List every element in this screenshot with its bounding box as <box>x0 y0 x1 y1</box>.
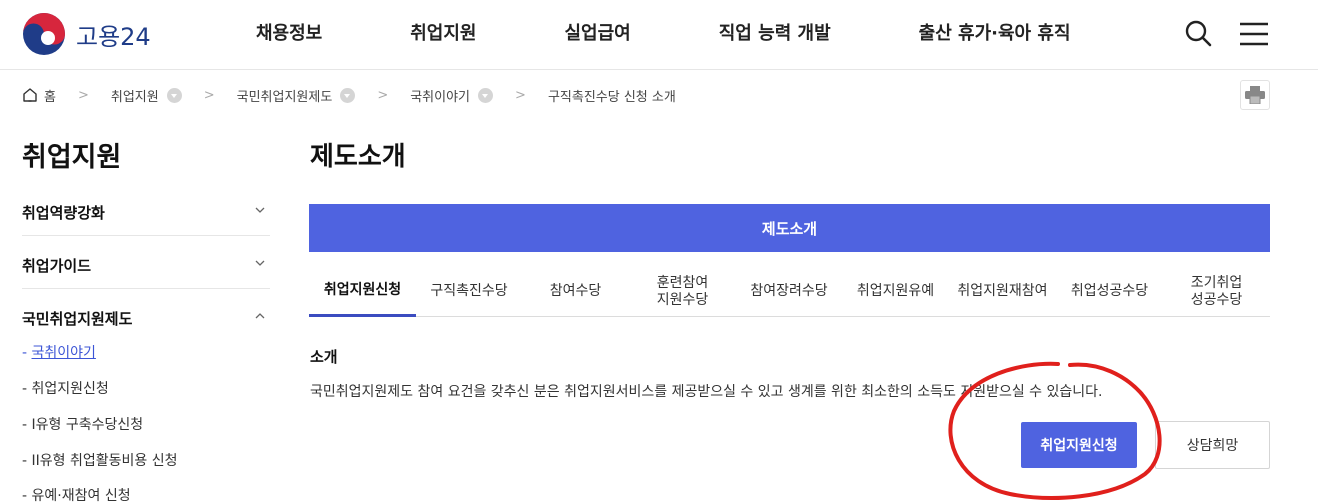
nav-job-info[interactable]: 채용정보 <box>256 20 322 48</box>
apply-button[interactable]: 취업지원신청 <box>1021 422 1137 468</box>
section-banner[interactable]: 제도소개 <box>309 204 1270 252</box>
sidebar-subitem-type1[interactable]: - I유형 구축수당신청 <box>22 414 143 434</box>
search-icon[interactable] <box>1183 18 1213 48</box>
nav-vocational-training[interactable]: 직업 능력 개발 <box>719 20 831 48</box>
hamburger-menu-icon[interactable] <box>1238 20 1270 48</box>
breadcrumb-home[interactable]: 홈 <box>44 86 56 105</box>
nav-employment-support[interactable]: 취업지원 <box>410 20 476 48</box>
tab-apply[interactable]: 취업지원신청 <box>309 266 416 317</box>
breadcrumb: 홈 > 취업지원 > 국민취업지원제도 > 국취이야기 > 구직촉진수당 신청 … <box>22 84 676 106</box>
page-title: 제도소개 <box>310 142 406 172</box>
breadcrumb-item-national-program[interactable]: 국민취업지원제도 <box>237 86 333 105</box>
tab-reparticipation[interactable]: 취업지원재참여 <box>949 266 1056 317</box>
logo-text: 고용24 <box>76 22 151 51</box>
tab-bar: 취업지원신청 구직촉진수당 참여수당 훈련참여 지원수당 참여장려수당 취업지원… <box>309 266 1270 317</box>
breadcrumb-separator-icon: > <box>77 87 89 103</box>
sidebar-section-guide[interactable]: 취업가이드 <box>22 236 270 289</box>
site-header: 고용24 채용정보 취업지원 실업급여 직업 능력 개발 출산 휴가·육아 휴직 <box>0 0 1318 70</box>
taegeuk-logo-icon <box>23 13 65 55</box>
breadcrumb-separator-icon: > <box>377 87 389 103</box>
nav-parental-leave[interactable]: 출산 휴가·육아 휴직 <box>919 20 1071 48</box>
tab-training-allowance[interactable]: 훈련참여 지원수당 <box>629 266 736 317</box>
intro-text: 국민취업지원제도 참여 요건을 갖추신 분은 취업지원서비스를 제공받으실 수 … <box>310 384 1103 400</box>
consult-button[interactable]: 상담희망 <box>1155 421 1270 469</box>
tab-encouragement-allowance[interactable]: 참여장려수당 <box>736 266 842 317</box>
breadcrumb-separator-icon: > <box>515 87 526 103</box>
print-button[interactable] <box>1240 80 1270 110</box>
breadcrumb-dropdown-icon[interactable] <box>166 87 182 103</box>
breadcrumb-current: 구직촉진수당 신청 소개 <box>547 89 676 105</box>
tab-job-seeking-allowance[interactable]: 구직촉진수당 <box>416 266 522 317</box>
breadcrumb-dropdown-icon[interactable] <box>478 87 494 103</box>
chevron-up-icon <box>255 313 265 319</box>
breadcrumb-dropdown-icon[interactable] <box>340 87 356 103</box>
sidebar-subitem-apply[interactable]: - 취업지원신청 <box>22 378 109 398</box>
sidebar-subitem-deferral[interactable]: - 유예·재참여 신청 <box>22 485 131 502</box>
sidebar-subitem-type2[interactable]: - II유형 취업활동비용 신청 <box>22 450 177 470</box>
tab-participation-allowance[interactable]: 참여수당 <box>522 266 629 317</box>
printer-icon <box>1245 86 1265 104</box>
breadcrumb-item-story[interactable]: 국취이야기 <box>410 86 470 105</box>
intro-heading: 소개 <box>310 348 338 366</box>
chevron-down-icon <box>255 260 265 266</box>
sidebar-section-national-program[interactable]: 국민취업지원제도 <box>22 289 270 342</box>
sidebar-section-label: 국민취업지원제도 <box>22 310 133 328</box>
sidebar-title: 취업지원 <box>22 142 122 173</box>
tab-deferral[interactable]: 취업지원유예 <box>842 266 949 317</box>
sidebar-section-label: 취업가이드 <box>22 257 92 275</box>
sidebar-section-label: 취업역량강화 <box>22 204 105 222</box>
tab-early-success-allowance[interactable]: 조기취업 성공수당 <box>1163 266 1270 317</box>
sidebar-section-capacity[interactable]: 취업역량강화 <box>22 183 270 236</box>
breadcrumb-separator-icon: > <box>203 87 215 103</box>
main-navigation: 채용정보 취업지원 실업급여 직업 능력 개발 출산 휴가·육아 휴직 <box>216 20 1071 48</box>
sidebar-subitem-story[interactable]: - 국취이야기 <box>22 342 96 362</box>
nav-unemployment-benefits[interactable]: 실업급여 <box>565 20 631 48</box>
breadcrumb-item-employment-support[interactable]: 취업지원 <box>111 86 159 105</box>
tab-success-allowance[interactable]: 취업성공수당 <box>1056 266 1163 317</box>
home-icon[interactable] <box>22 87 38 103</box>
chevron-down-icon <box>255 207 265 213</box>
site-logo[interactable]: 고용24 <box>22 12 151 56</box>
